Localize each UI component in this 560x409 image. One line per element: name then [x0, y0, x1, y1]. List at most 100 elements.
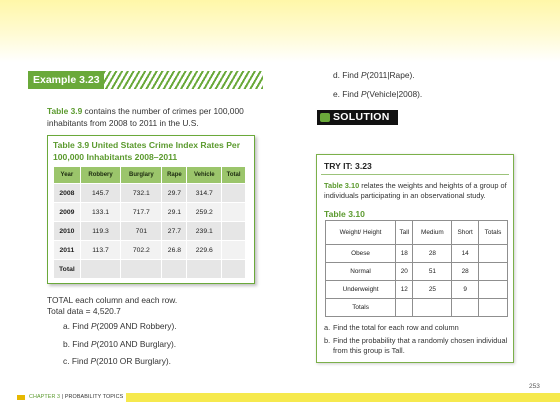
table-cell	[451, 298, 479, 317]
column-header: Robbery	[79, 166, 122, 184]
footer-chapter: CHAPTER 3	[29, 394, 61, 400]
row-label: Underweight	[324, 280, 397, 299]
question-item: c. Find P(2010 OR Burglary).	[63, 356, 283, 374]
question-item: a. Find P(2009 AND Robbery).	[63, 321, 283, 339]
column-header: Vehicle	[186, 166, 223, 184]
question-prefix: e. Find	[333, 89, 361, 99]
table-cell	[395, 298, 414, 317]
table-cell	[79, 259, 122, 279]
questions-left: a. Find P(2009 AND Robbery). b. Find P(20…	[63, 321, 283, 374]
table-cell: 113.7	[79, 240, 122, 260]
crime-table-title: Table 3.9 United States Crime Index Rate…	[53, 140, 241, 162]
header-band	[0, 0, 560, 62]
table-cell: 732.1	[120, 183, 163, 203]
example-intro: Table 3.9 contains the number of crimes …	[47, 105, 282, 129]
crime-table: Year Robbery Burglary Rape Vehicle Total 2008…	[53, 166, 246, 279]
row-label: Obese	[324, 244, 397, 263]
question-prefix: a. Find	[63, 321, 91, 331]
row-label: 2009	[53, 202, 81, 222]
question-text: (2010 OR Burglary).	[96, 356, 171, 366]
divider	[321, 174, 509, 175]
table-row: 2010 119.3 701 27.7 239.1	[53, 221, 246, 241]
table-cell: 25	[412, 280, 453, 299]
table-cell	[412, 298, 453, 317]
table-cell: 14	[451, 244, 479, 263]
table-cell	[221, 183, 246, 203]
question-number: b.	[324, 336, 331, 345]
table-cell	[477, 244, 509, 263]
book-icon	[17, 395, 25, 400]
table-cell: 29.1	[161, 202, 188, 222]
question-text: (Vehicle|2008).	[366, 89, 423, 99]
question-number: a.	[324, 323, 331, 332]
question-item: e. Find P(Vehicle|2008).	[333, 89, 422, 99]
question-text: (2011|Rape).	[366, 70, 415, 80]
table-row: 2008 145.7 732.1 29.7 314.7	[53, 183, 246, 203]
table-row: Totals	[324, 298, 509, 317]
table-cell: 259.2	[186, 202, 223, 222]
table-row: Underweight 12 25 9	[324, 280, 509, 299]
table-row: Obese 18 28 14	[324, 244, 509, 263]
table-cell: 12	[395, 280, 414, 299]
row-label: 2011	[53, 240, 81, 260]
question-item: d. Find P(2011|Rape).	[333, 70, 415, 80]
table-cell: 314.7	[186, 183, 223, 203]
table-cell: 18	[395, 244, 414, 263]
table-cell	[221, 259, 246, 279]
question-prefix: c. Find	[63, 356, 91, 366]
table-cell: 145.7	[79, 183, 122, 203]
instruction-line: Total data = 4,520.7	[47, 306, 121, 316]
table-label: Table 3.10	[324, 209, 365, 219]
table-cell	[221, 221, 246, 241]
footer-text: CHAPTER 3 | PROBABILITY TOPICS	[29, 394, 123, 401]
question-text: Find the total for each row and column	[333, 323, 459, 332]
table-cell: 702.2	[120, 240, 163, 260]
question-prefix: d. Find	[333, 70, 361, 80]
question-item: b. Find P(2010 AND Burglary).	[63, 339, 283, 357]
table-row: Total	[53, 259, 246, 279]
table-cell: 28	[412, 244, 453, 263]
row-label: Totals	[324, 298, 397, 317]
row-label: Normal	[324, 262, 397, 281]
solution-badge: SOLUTION	[317, 110, 398, 125]
table-cell: 133.1	[79, 202, 122, 222]
table-link[interactable]: Table 3.10	[324, 181, 359, 190]
crime-table-box: Table 3.9 United States Crime Index Rate…	[47, 135, 255, 284]
example-stripes	[104, 71, 263, 89]
table-cell	[477, 298, 509, 317]
table-cell	[221, 240, 246, 260]
table-cell	[120, 259, 163, 279]
footer-title: | PROBABILITY TOPICS	[60, 394, 124, 400]
table-cell: 20	[395, 262, 414, 281]
table-cell: 119.3	[79, 221, 122, 241]
question-text: Find the probability that a randomly cho…	[333, 336, 508, 355]
table-cell: 701	[120, 221, 163, 241]
column-header: Weight/ Height	[324, 220, 397, 245]
try-it-box: TRY IT: 3.23 Table 3.10 relates the weig…	[316, 154, 514, 363]
instructions: TOTAL each column and each row. Total da…	[47, 295, 277, 317]
table-cell	[477, 280, 509, 299]
solution-icon	[320, 113, 330, 122]
table-cell: 229.6	[186, 240, 223, 260]
table-row: Normal 20 51 28	[324, 262, 509, 281]
table-cell	[221, 202, 246, 222]
row-label: 2010	[53, 221, 81, 241]
table-cell: 717.7	[120, 202, 163, 222]
table-row: 2011 113.7 702.2 26.8 229.6	[53, 240, 246, 260]
table-cell: 9	[451, 280, 479, 299]
question-item: b. Find the probability that a randomly c…	[324, 336, 510, 356]
column-header: Year	[53, 166, 81, 184]
question-text: (2010 AND Burglary).	[96, 338, 177, 349]
page-number: 253	[529, 383, 540, 390]
table-cell: 28	[451, 262, 479, 281]
table-cell	[477, 262, 509, 281]
solution-label: SOLUTION	[333, 111, 390, 123]
try-it-text: Table 3.10 relates the weights and heigh…	[324, 181, 510, 201]
table-cell: 29.7	[161, 183, 188, 203]
column-header: Medium	[412, 220, 453, 245]
table-cell: 27.7	[161, 221, 188, 241]
question-item: a. Find the total for each row and column	[324, 323, 510, 333]
instruction-line: TOTAL each column and each row.	[47, 295, 178, 305]
row-label: Total	[53, 259, 81, 279]
table-link[interactable]: Table 3.9	[47, 106, 82, 116]
